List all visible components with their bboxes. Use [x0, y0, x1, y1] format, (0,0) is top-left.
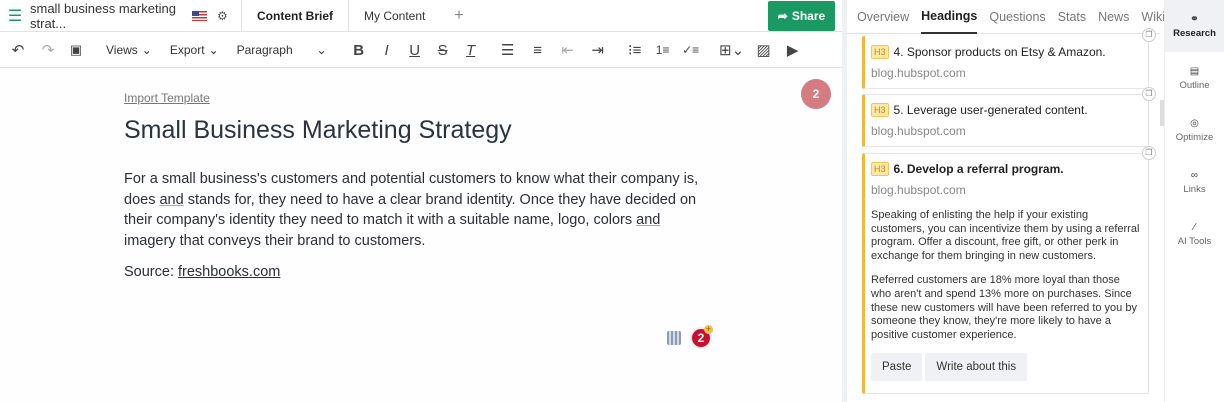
italic-icon[interactable]: I — [373, 38, 401, 62]
export-dropdown[interactable]: Export ⌄ — [170, 38, 219, 62]
views-dropdown[interactable]: Views ⌄ — [106, 38, 152, 62]
indent-icon[interactable]: ⇥ — [583, 38, 613, 62]
tab-news[interactable]: News — [1098, 0, 1129, 34]
align-left-icon[interactable]: ☰ — [493, 38, 523, 62]
document-heading[interactable]: Small Business Marketing Strategy — [124, 116, 512, 145]
image-icon[interactable]: ▨ — [749, 38, 779, 62]
import-template-link[interactable]: Import Template — [124, 91, 210, 105]
card-title: 5. Leverage user-generated content. — [893, 103, 1088, 117]
us-flag-icon[interactable] — [192, 10, 207, 21]
chevron-down-icon: ⌄ — [316, 43, 327, 57]
tab-headings[interactable]: Headings — [921, 0, 978, 34]
chevron-down-icon: ⌄ — [141, 43, 152, 57]
video-icon[interactable]: ▶ — [779, 38, 807, 62]
link-icon: ∞ — [1190, 169, 1199, 181]
card-title: 6. Develop a referral program. — [893, 162, 1064, 176]
heading-card[interactable]: ❐ H3 4. Sponsor products on Etsy & Amazon… — [862, 28, 1156, 89]
card-source: blog.hubspot.com — [871, 183, 966, 197]
outdent-icon[interactable]: ⇤ — [553, 38, 583, 62]
flagged-word[interactable]: and — [159, 192, 183, 208]
table-icon[interactable]: ⊞⌄ — [715, 38, 749, 62]
export-label: Export — [169, 43, 205, 57]
paragraph-label: Paragraph — [236, 43, 293, 57]
copy-icon[interactable]: ❐ — [1142, 87, 1156, 101]
research-tabs: Overview Headings Questions Stats News W… — [847, 0, 1165, 34]
source-line: Source: freshbooks.com — [124, 264, 280, 280]
source-label: Source: — [124, 264, 178, 280]
right-sidebar: ⚭ Research ▤ Outline ◎ Optimize ∞ Links ⁄ AI … — [1164, 0, 1224, 402]
copy-icon[interactable]: ❐ — [1142, 146, 1156, 160]
strikethrough-icon[interactable]: S — [429, 38, 457, 62]
sidebar-item-outline[interactable]: ▤ Outline — [1165, 52, 1224, 104]
tab-my-content[interactable]: My Content — [348, 0, 440, 32]
undo-icon[interactable]: ↶ — [8, 38, 28, 62]
comment-count-badge[interactable]: 2 — [801, 79, 831, 109]
card-title: 4. Sponsor products on Etsy & Amazon. — [893, 45, 1106, 59]
document-icon: ▤ — [1189, 65, 1200, 77]
top-bar: ☰ small business marketing strat... ⚙ Co… — [0, 0, 842, 32]
sidebar-label: Outline — [1179, 79, 1210, 91]
text: imagery that conveys their brand to cust… — [124, 232, 426, 249]
heading-card[interactable]: ❐ H3 6. Develop a referral program. blog.… — [862, 146, 1156, 394]
sidebar-label: Optimize — [1175, 131, 1214, 143]
align-center-icon[interactable]: ≡ — [523, 38, 553, 62]
card-source: blog.hubspot.com — [871, 124, 966, 138]
binoculars-icon: ⚭ — [1190, 13, 1199, 25]
menu-icon[interactable]: ☰ — [0, 6, 30, 26]
sidebar-item-research[interactable]: ⚭ Research — [1165, 0, 1224, 52]
tab-stats[interactable]: Stats — [1058, 0, 1087, 34]
document-title[interactable]: small business marketing strat... — [30, 1, 192, 31]
card-paragraph: Referred customers are 18% more loyal th… — [871, 274, 1137, 341]
redo-icon[interactable]: ↷ — [38, 38, 58, 62]
sidebar-item-ai-tools[interactable]: ⁄ AI Tools — [1165, 208, 1224, 260]
card-paragraph: Speaking of enlisting the help if your e… — [871, 209, 1140, 262]
numbered-list-icon[interactable]: 1≡ — [649, 38, 677, 62]
add-tab-icon[interactable]: + — [440, 7, 477, 25]
h3-badge: H3 — [871, 103, 889, 117]
tab-content-brief[interactable]: Content Brief — [241, 0, 348, 32]
tab-questions[interactable]: Questions — [989, 0, 1045, 34]
research-panel: Overview Headings Questions Stats News W… — [847, 0, 1165, 402]
body-paragraph[interactable]: For a small business's customers and pot… — [124, 169, 714, 251]
sidebar-item-links[interactable]: ∞ Links — [1165, 156, 1224, 208]
sidebar-label: Links — [1183, 183, 1206, 195]
paragraph-dropdown[interactable]: Paragraph ⌄ — [237, 38, 327, 62]
checklist-icon[interactable]: ✓≡ — [677, 38, 705, 62]
card-source: blog.hubspot.com — [871, 66, 966, 80]
copy-icon[interactable]: ❐ — [1142, 28, 1156, 42]
source-link[interactable]: freshbooks.com — [178, 264, 280, 280]
sidebar-label: AI Tools — [1177, 235, 1212, 247]
plus-icon: + — [704, 324, 713, 334]
tab-overview[interactable]: Overview — [857, 0, 909, 34]
sidebar-item-optimize[interactable]: ◎ Optimize — [1165, 104, 1224, 156]
write-about-button[interactable]: Write about this — [925, 353, 1028, 382]
bullet-list-icon[interactable]: ⁝≡ — [621, 38, 649, 62]
editor-toolbar: ↶ ↷ ▣ Views ⌄ Export ⌄ Paragraph ⌄ B I U S … — [0, 33, 842, 68]
chevron-down-icon: ⌄ — [208, 43, 219, 57]
target-icon: ◎ — [1190, 117, 1199, 129]
save-icon[interactable]: ▣ — [66, 38, 86, 62]
h3-badge: H3 — [871, 162, 889, 176]
sidebar-label: Research — [1173, 27, 1216, 39]
share-icon: ➦ — [777, 9, 788, 23]
views-label: Views — [106, 43, 138, 57]
share-button[interactable]: ➦ Share — [768, 1, 835, 31]
text: stands for, they need to have a clear br… — [124, 191, 697, 229]
share-label: Share — [791, 9, 826, 23]
gear-icon[interactable]: ⚙ — [217, 9, 241, 23]
clear-format-icon[interactable]: T — [457, 38, 485, 62]
heading-card[interactable]: ❐ H3 5. Leverage user-generated content. … — [862, 87, 1156, 147]
paste-button[interactable]: Paste — [871, 353, 923, 382]
bold-icon[interactable]: B — [345, 38, 373, 62]
underline-icon[interactable]: U — [401, 38, 429, 62]
extension-icon[interactable] — [667, 331, 681, 345]
h3-badge: H3 — [871, 45, 889, 59]
flagged-word[interactable]: and — [636, 212, 660, 228]
magic-wand-icon: ⁄ — [1193, 221, 1196, 233]
